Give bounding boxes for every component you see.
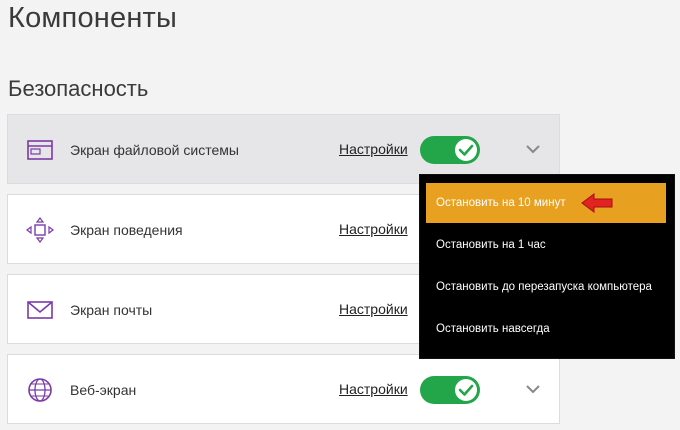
- settings-link[interactable]: Настройки: [339, 301, 408, 317]
- settings-link[interactable]: Настройки: [339, 381, 408, 397]
- globe-icon: [28, 378, 52, 402]
- component-card-web[interactable]: Веб-экран Настройки: [7, 354, 560, 424]
- menu-item-label: Остановить до перезапуска компьютера: [436, 281, 652, 293]
- file-system-icon: [27, 140, 53, 160]
- menu-item-stop-forever[interactable]: Остановить навсегда: [426, 309, 666, 349]
- toggle-knob: [455, 379, 477, 401]
- check-icon: [458, 144, 474, 156]
- menu-item-stop-until-restart[interactable]: Остановить до перезапуска компьютера: [426, 267, 666, 307]
- menu-item-label: Остановить на 1 час: [436, 239, 546, 251]
- section-title: Безопасность: [8, 76, 149, 101]
- menu-item-label: Остановить на 10 минут: [436, 197, 566, 209]
- behavior-icon: [26, 217, 54, 243]
- component-label: Экран почты: [70, 302, 153, 318]
- component-label: Веб-экран: [70, 382, 137, 398]
- menu-item-label: Остановить навсегда: [436, 323, 550, 335]
- enable-toggle[interactable]: [420, 136, 480, 164]
- chevron-down-icon[interactable]: [526, 384, 540, 394]
- settings-link[interactable]: Настройки: [339, 141, 408, 157]
- component-label: Экран поведения: [70, 222, 183, 238]
- menu-item-stop-10-min[interactable]: Остановить на 10 минут: [426, 183, 666, 223]
- toggle-knob: [455, 139, 477, 161]
- chevron-down-icon[interactable]: [526, 144, 540, 154]
- stop-protection-menu: Остановить на 10 минут Остановить на 1 ч…: [419, 174, 675, 359]
- menu-item-stop-1-hour[interactable]: Остановить на 1 час: [426, 225, 666, 265]
- enable-toggle[interactable]: [420, 376, 480, 404]
- component-label: Экран файловой системы: [70, 142, 239, 158]
- red-arrow-icon: [581, 193, 613, 213]
- page-title: Компоненты: [8, 2, 178, 34]
- check-icon: [458, 384, 474, 396]
- settings-link[interactable]: Настройки: [339, 221, 408, 237]
- mail-icon: [27, 301, 53, 319]
